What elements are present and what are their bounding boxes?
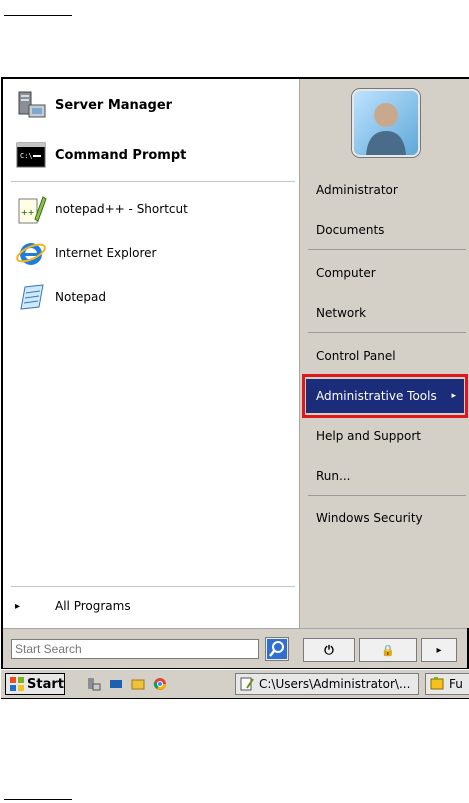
- place-label: Help and Support: [316, 429, 421, 443]
- places-separator: [308, 495, 466, 496]
- all-programs-label: All Programs: [55, 599, 131, 613]
- place-label: Network: [316, 306, 367, 320]
- power-options-button[interactable]: ▸: [421, 638, 457, 662]
- start-menu: Server Manager C:\ Command Prompt ++ not…: [1, 77, 469, 669]
- svg-text:++: ++: [21, 208, 34, 217]
- svg-text:C:\: C:\: [20, 152, 33, 160]
- lock-icon: 🔒: [381, 643, 395, 657]
- start-button[interactable]: Start: [5, 673, 65, 695]
- recent-internet-explorer[interactable]: Internet Explorer: [15, 237, 156, 269]
- taskbar-button-label: C:\Users\Administrator\...: [259, 677, 411, 691]
- bottom-rule: [4, 799, 72, 800]
- place-label: Run...: [316, 469, 351, 483]
- place-help-and-support[interactable]: Help and Support: [306, 419, 464, 453]
- places-pane: Administrator Documents Computer Network…: [299, 79, 469, 628]
- internet-explorer-icon: [16, 243, 46, 265]
- chevron-right-icon: ▸: [15, 600, 21, 612]
- recent-label: notepad++ - Shortcut: [55, 202, 188, 216]
- place-label: Windows Security: [316, 511, 423, 525]
- places-separator: [308, 332, 466, 333]
- power-button[interactable]: ⏻: [303, 638, 355, 662]
- place-windows-security[interactable]: Windows Security: [306, 501, 464, 535]
- start-search-input[interactable]: [11, 639, 259, 659]
- search-icon: [267, 639, 287, 659]
- explorer-quicklaunch-icon[interactable]: [131, 677, 145, 691]
- taskbar-button-notepad[interactable]: C:\Users\Administrator\...: [235, 673, 419, 695]
- pinned-label: Command Prompt: [55, 147, 187, 163]
- lock-button[interactable]: 🔒: [359, 638, 417, 662]
- place-computer[interactable]: Computer: [306, 256, 464, 290]
- annotation-highlight-box: [302, 374, 468, 418]
- place-run[interactable]: Run...: [306, 459, 464, 493]
- pinned-separator: [11, 181, 295, 182]
- notepad-icon: [20, 284, 44, 310]
- search-button[interactable]: [265, 637, 289, 661]
- user-icon: [366, 103, 406, 155]
- taskbar: Start C:\Users\Administrator\... Fu: [1, 669, 469, 699]
- place-label: Computer: [316, 266, 376, 280]
- taskbar-button-label: Fu: [449, 677, 463, 691]
- notepad-icon: [240, 677, 254, 691]
- place-administrator[interactable]: Administrator: [306, 173, 464, 207]
- notepadplusplus-icon: ++: [18, 196, 47, 224]
- server-manager-icon: [18, 91, 46, 118]
- program-icon: [430, 677, 444, 690]
- recent-label: Notepad: [55, 290, 106, 304]
- place-label: Control Panel: [316, 349, 396, 363]
- place-label: Administrator: [316, 183, 398, 197]
- power-icon: ⏻: [324, 642, 334, 657]
- place-control-panel[interactable]: Control Panel: [306, 339, 464, 373]
- programs-pane: Server Manager C:\ Command Prompt ++ not…: [3, 79, 299, 628]
- taskbar-button-2[interactable]: Fu: [425, 673, 469, 695]
- all-programs-separator: [11, 586, 295, 587]
- place-label: Documents: [316, 223, 385, 237]
- pinned-command-prompt[interactable]: C:\ Command Prompt: [15, 139, 186, 171]
- pinned-label: Server Manager: [55, 97, 173, 113]
- search-power-bar: ⏻ 🔒 ▸: [3, 628, 467, 668]
- recent-notepad[interactable]: Notepad: [15, 281, 106, 313]
- pinned-server-manager[interactable]: Server Manager: [15, 89, 172, 121]
- place-network[interactable]: Network: [306, 296, 464, 330]
- chevron-right-icon: ▸: [436, 644, 442, 656]
- server-manager-quicklaunch-icon[interactable]: [87, 677, 101, 691]
- chrome-quicklaunch-icon[interactable]: [153, 677, 167, 691]
- command-prompt-icon: C:\: [16, 142, 46, 168]
- windows-logo-icon: [10, 677, 24, 691]
- recent-notepadplusplus[interactable]: ++ notepad++ - Shortcut: [15, 193, 188, 225]
- place-documents[interactable]: Documents: [306, 213, 464, 247]
- top-rule: [4, 15, 72, 16]
- recent-label: Internet Explorer: [55, 246, 157, 260]
- user-avatar[interactable]: [352, 89, 420, 157]
- start-label: Start: [27, 676, 64, 692]
- all-programs-button[interactable]: ▸ All Programs: [15, 595, 291, 617]
- places-separator: [308, 249, 466, 250]
- powershell-quicklaunch-icon[interactable]: [109, 677, 123, 691]
